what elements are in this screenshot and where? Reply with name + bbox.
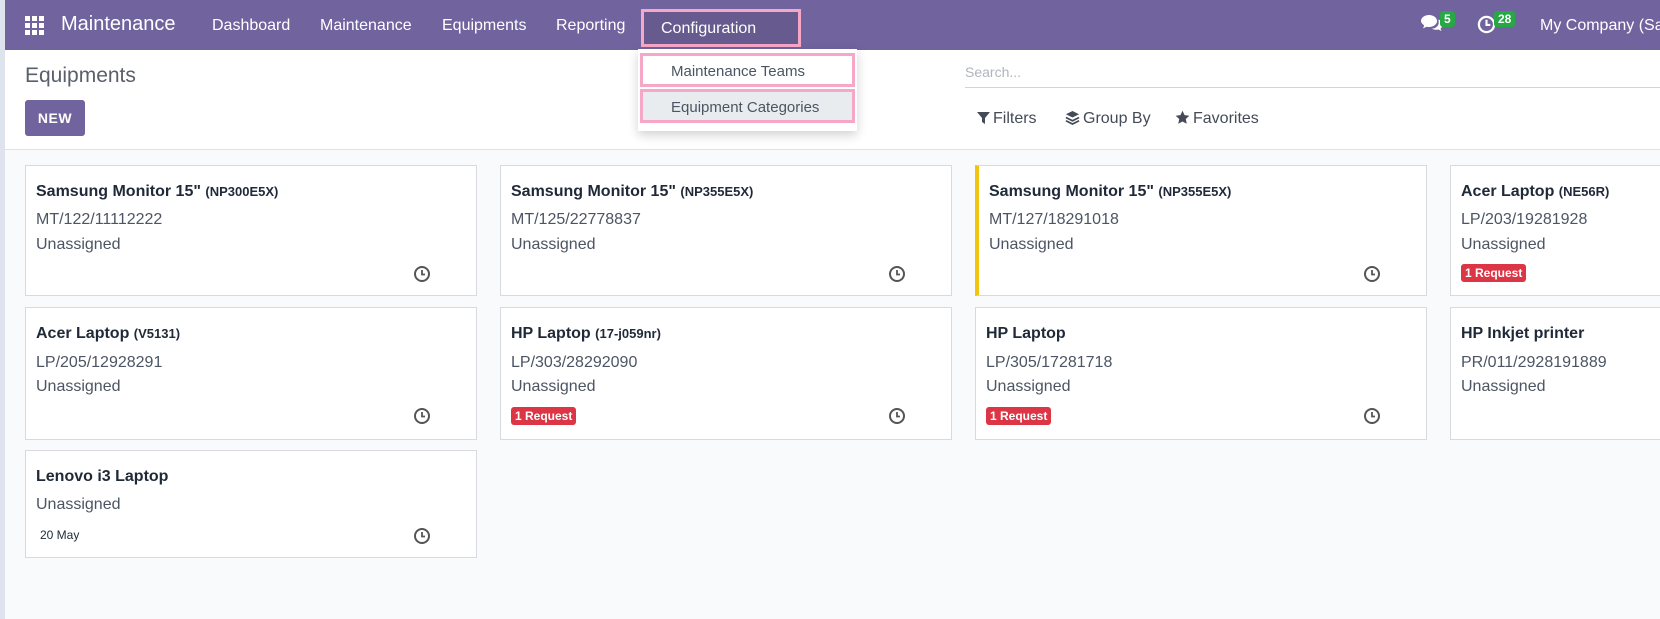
card-model: (V5131) [133,326,181,341]
card-assignee: Unassigned [36,236,121,253]
equipment-card[interactable]: HP Laptop LP/305/17281718 Unassigned 1 R… [975,307,1427,440]
card-name: Samsung Monitor 15" [511,183,676,200]
equipment-card[interactable]: Acer Laptop (NE56R) LP/203/19281928 Unas… [1450,165,1660,296]
card-serial: MT/127/18291018 [989,211,1119,228]
app-brand[interactable]: Maintenance [61,13,176,36]
card-assignee: Unassigned [511,236,596,253]
card-serial: MT/122/11112222 [36,211,163,228]
request-badge[interactable]: 1 Request [511,407,577,425]
activity-clock-icon[interactable] [413,527,431,545]
layers-icon [1065,110,1080,126]
equipment-card[interactable]: HP Inkjet printer PR/011/2928191889 Unas… [1450,307,1660,440]
activity-clock-icon[interactable] [1363,265,1381,283]
card-title: Acer Laptop (NE56R) [1461,183,1609,201]
activity-clock-icon[interactable] [413,265,431,283]
filters-label: Filters [993,110,1037,127]
menu-reporting[interactable]: Reporting [556,17,625,35]
configuration-dropdown: Maintenance Teams Equipment Categories [638,49,857,131]
maintenance-teams-label: Maintenance Teams [671,63,805,80]
equipment-card[interactable]: Samsung Monitor 15" (NP355E5X) MT/125/22… [500,165,952,296]
menu-equipments[interactable]: Equipments [442,17,527,35]
card-name: Samsung Monitor 15" [36,183,201,200]
card-model: (NP300E5X) [205,184,279,199]
card-title: HP Inkjet printer [1461,325,1584,343]
groupby-button[interactable]: Group By [1065,110,1151,128]
top-navbar: Maintenance Dashboard Maintenance Equipm… [5,0,1660,50]
equipment-card[interactable]: Lenovo i3 Laptop Unassigned 20 May [25,450,477,558]
equipment-card[interactable]: Acer Laptop (V5131) LP/205/12928291 Unas… [25,307,477,440]
card-model: (17-j059nr) [595,326,661,341]
menu-item-maintenance-teams[interactable]: Maintenance Teams [640,53,855,87]
date-label: 20 May [40,528,80,542]
card-name: Acer Laptop [1461,183,1555,200]
card-title: Acer Laptop (V5131) [36,325,180,343]
favorites-button[interactable]: Favorites [1175,110,1259,128]
equipment-card[interactable]: Samsung Monitor 15" (NP300E5X) MT/122/11… [25,165,477,296]
card-name: Lenovo i3 Laptop [36,468,169,485]
card-name: Acer Laptop [36,325,130,342]
card-assignee: Unassigned [1461,378,1546,395]
messages-badge: 5 [1440,11,1455,27]
favorites-label: Favorites [1193,110,1259,127]
activity-clock-icon[interactable] [888,407,906,425]
equipment-card[interactable]: Samsung Monitor 15" (NP355E5X) MT/127/18… [975,165,1427,296]
star-icon [1175,110,1190,124]
equipment-categories-label: Equipment Categories [671,99,820,116]
card-name: HP Inkjet printer [1461,325,1585,342]
card-title: Samsung Monitor 15" (NP355E5X) [989,183,1231,201]
card-serial: LP/303/28292090 [511,354,638,371]
menu-configuration-label: Configuration [661,20,757,37]
card-serial: PR/011/2928191889 [1461,354,1607,371]
card-title: HP Laptop [986,325,1066,343]
new-button[interactable]: NEW [25,100,85,136]
card-assignee: Unassigned [36,496,121,513]
card-assignee: Unassigned [511,378,596,395]
card-model: (NP355E5X) [1158,184,1232,199]
equipment-card[interactable]: HP Laptop (17-j059nr) LP/303/28292090 Un… [500,307,952,440]
page-title: Equipments [25,64,136,87]
menu-dashboard[interactable]: Dashboard [212,17,290,35]
search-input[interactable] [965,57,1660,88]
request-badge[interactable]: 1 Request [986,407,1052,425]
card-model: (NP355E5X) [680,184,754,199]
card-assignee: Unassigned [1461,236,1546,253]
menu-maintenance[interactable]: Maintenance [320,17,412,35]
menu-configuration[interactable]: Configuration [641,9,801,47]
card-assignee: Unassigned [36,378,121,395]
company-switcher[interactable]: My Company (Sa [1540,17,1660,35]
card-title: Lenovo i3 Laptop [36,468,168,486]
activities-badge: 28 [1494,11,1516,27]
card-serial: LP/305/17281718 [986,354,1113,371]
card-serial: MT/125/22778837 [511,211,641,228]
card-serial: LP/203/19281928 [1461,211,1588,228]
card-name: HP Laptop [986,325,1066,342]
menu-item-equipment-categories[interactable]: Equipment Categories [640,89,855,123]
card-assignee: Unassigned [986,378,1071,395]
card-assignee: Unassigned [989,236,1074,253]
filter-icon [977,112,990,124]
card-title: HP Laptop (17-j059nr) [511,325,661,343]
activity-clock-icon[interactable] [888,265,906,283]
card-title: Samsung Monitor 15" (NP355E5X) [511,183,753,201]
card-model: (NE56R) [1558,184,1610,199]
activity-clock-icon[interactable] [1363,407,1381,425]
activity-clock-icon[interactable] [413,407,431,425]
card-name: Samsung Monitor 15" [989,183,1154,200]
filters-button[interactable]: Filters [977,110,1037,128]
card-title: Samsung Monitor 15" (NP300E5X) [36,183,278,201]
apps-grid-icon[interactable] [25,16,44,35]
card-name: HP Laptop [511,325,591,342]
card-serial: LP/205/12928291 [36,354,163,371]
request-badge[interactable]: 1 Request [1461,264,1527,282]
groupby-label: Group By [1083,110,1151,127]
